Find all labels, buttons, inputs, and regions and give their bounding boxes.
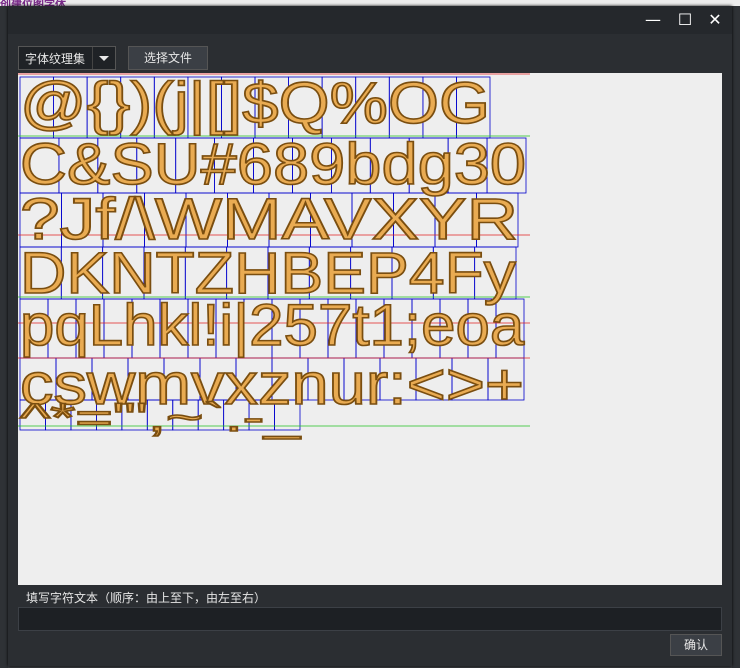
texture-set-select-value: 字体纹理集 — [25, 52, 86, 66]
chevron-down-icon — [92, 47, 115, 69]
glyph-row: ^*="',~`.-_ — [19, 396, 302, 440]
minimize-button[interactable]: — — [640, 10, 666, 30]
confirm-button[interactable]: 确认 — [670, 634, 722, 656]
glyph-row: @{})(j|[]$Q%OG — [19, 73, 491, 136]
close-button[interactable]: ✕ — [702, 10, 728, 30]
minimize-icon: — — [645, 10, 661, 29]
maximize-button[interactable]: ☐ — [672, 10, 698, 30]
dialog-titlebar[interactable]: — ☐ ✕ — [8, 6, 732, 34]
glyph-row: pqLhkl!i|257t1;eoa — [19, 293, 525, 358]
glyph-row: C&SU#689bdg30 — [19, 132, 527, 197]
choose-file-button[interactable]: 选择文件 — [128, 46, 208, 70]
maximize-icon: ☐ — [677, 10, 693, 29]
background-left-panel — [0, 6, 8, 668]
background-right-panel — [732, 6, 740, 668]
close-icon: ✕ — [708, 10, 722, 29]
char-text-input[interactable] — [18, 607, 722, 631]
bitmap-font-dialog: — ☐ ✕ 字体纹理集 选择文件 @{})(j|[]$Q%OG C&SU#689b… — [8, 6, 732, 666]
texture-set-select[interactable]: 字体纹理集 — [18, 46, 116, 70]
char-input-label: 填写字符文本（顺序：由上至下，由左至右） — [26, 591, 267, 605]
glyph-preview-canvas: @{})(j|[]$Q%OG C&SU#689bdg30 ?Jf/\WMAVXYR D… — [18, 73, 722, 585]
